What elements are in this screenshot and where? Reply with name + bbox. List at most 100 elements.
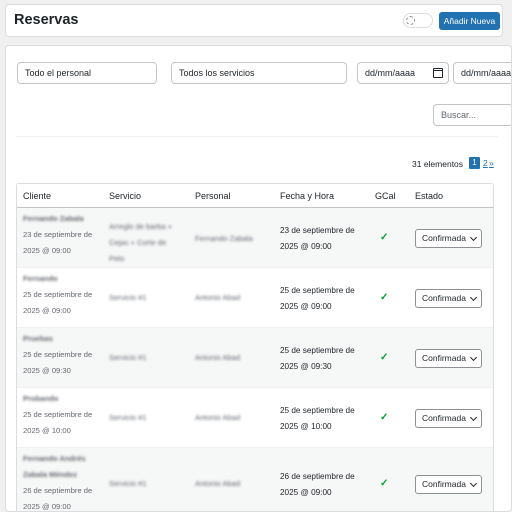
client-time: 2025 @ 09:00 (23, 246, 71, 255)
staff-cell: Antonio Abad (195, 413, 241, 422)
staff-filter[interactable]: Todo el personal (17, 62, 157, 84)
staff-cell: Antonio Abad (195, 353, 241, 362)
col-service[interactable]: Servicio (109, 191, 141, 201)
service-cell: Servicio #1 (109, 479, 147, 488)
date-to-placeholder: dd/mm/aaaa (461, 68, 512, 78)
table-header: Cliente Servicio Personal Fecha y Hora G… (17, 184, 493, 208)
status-value: Confirmada (422, 413, 466, 423)
service-cell: Servicio #1 (109, 413, 147, 422)
date-from-input[interactable]: dd/mm/aaaa (357, 62, 449, 84)
datetime-time: 2025 @ 09:30 (280, 362, 332, 371)
col-status: Estado (415, 191, 444, 201)
client-date: 25 de septiembre de (23, 350, 93, 359)
status-value: Confirmada (422, 233, 466, 243)
filters-divider (16, 136, 498, 137)
datetime-cell: 25 de septiembre de 2025 @ 09:30 (280, 343, 355, 375)
status-select[interactable]: Confirmada (415, 289, 482, 308)
col-staff[interactable]: Personal (195, 191, 231, 201)
bookings-panel: Todo el personal Todos los servicios dd/… (5, 45, 512, 512)
client-name: Probando (23, 394, 59, 403)
calendar-icon[interactable] (433, 68, 443, 78)
services-filter[interactable]: Todos los servicios (171, 62, 347, 84)
datetime-date: 25 de septiembre de (280, 286, 355, 295)
table-row: Fernando Andrés Zabala Méndez 26 de sept… (17, 448, 493, 511)
staff-cell: Fernando Zabala (195, 234, 253, 243)
gcal-check-icon: ✓ (380, 232, 389, 243)
client-name: Pruebas (23, 334, 53, 343)
date-to-input[interactable]: dd/mm/aaaa (453, 62, 512, 84)
chevron-down-icon (469, 413, 478, 422)
status-select[interactable]: Confirmada (415, 475, 482, 494)
service-line: Pelo (109, 254, 125, 263)
page-current[interactable]: 1 (469, 157, 480, 169)
client-cell: Fernando Zabala 23 de septiembre de 2025… (23, 211, 92, 259)
client-time: 2025 @ 09:30 (23, 366, 71, 375)
client-time: 2025 @ 10:00 (23, 426, 71, 435)
datetime-cell: 26 de septiembre de 2025 @ 09:00 (280, 469, 355, 501)
page-title: Reservas (14, 12, 79, 28)
gcal-check-icon: ✓ (380, 292, 389, 303)
page-header: Reservas Añadir Nueva (5, 4, 503, 37)
table-row: Pruebas 25 de septiembre de 2025 @ 09:30… (17, 328, 493, 388)
client-cell: Probando 25 de septiembre de 2025 @ 10:0… (23, 391, 92, 439)
client-time: 2025 @ 09:00 (23, 502, 71, 511)
datetime-date: 25 de septiembre de (280, 346, 355, 355)
datetime-cell: 25 de septiembre de 2025 @ 09:00 (280, 283, 355, 315)
staff-cell: Antonio Abad (195, 479, 241, 488)
datetime-cell: 25 de septiembre de 2025 @ 10:00 (280, 403, 355, 435)
col-client[interactable]: Cliente (23, 191, 51, 201)
toggle-knob-icon (406, 16, 415, 25)
page-2-link[interactable]: 2 (483, 158, 488, 168)
status-select[interactable]: Confirmada (415, 349, 482, 368)
client-name: Fernando (23, 274, 58, 283)
chevron-down-icon (469, 233, 478, 242)
add-new-button[interactable]: Añadir Nueva (439, 12, 500, 30)
status-select[interactable]: Confirmada (415, 409, 482, 428)
items-count: 31 elementos (412, 159, 464, 169)
table-row: Fernando 25 de septiembre de 2025 @ 09:0… (17, 268, 493, 328)
chevron-down-icon (469, 293, 478, 302)
gcal-check-icon: ✓ (380, 352, 389, 363)
status-value: Confirmada (422, 293, 466, 303)
client-date: 26 de septiembre de (23, 486, 93, 495)
client-cell: Fernando 25 de septiembre de 2025 @ 09:0… (23, 271, 92, 319)
datetime-time: 2025 @ 10:00 (280, 422, 332, 431)
status-value: Confirmada (422, 353, 466, 363)
datetime-date: 26 de septiembre de (280, 472, 355, 481)
client-date: 23 de septiembre de (23, 230, 93, 239)
client-cell: Fernando Andrés Zabala Méndez 26 de sept… (23, 451, 95, 511)
service-cell: Servicio #1 (109, 293, 147, 302)
status-select[interactable]: Confirmada (415, 229, 482, 248)
datetime-time: 2025 @ 09:00 (280, 242, 332, 251)
gcal-check-icon: ✓ (380, 412, 389, 423)
service-cell: Arreglo de barba + Cejas + Corte de Pelo (109, 219, 172, 267)
client-cell: Pruebas 25 de septiembre de 2025 @ 09:30 (23, 331, 92, 379)
next-page-link[interactable]: » (489, 158, 494, 168)
status-value: Confirmada (422, 479, 466, 489)
table-row: Fernando Zabala 23 de septiembre de 2025… (17, 208, 493, 268)
date-from-placeholder: dd/mm/aaaa (365, 68, 416, 78)
client-time: 2025 @ 09:00 (23, 306, 71, 315)
view-toggle[interactable] (403, 13, 433, 28)
staff-cell: Antonio Abad (195, 293, 241, 302)
datetime-date: 25 de septiembre de (280, 406, 355, 415)
bookings-table: Cliente Servicio Personal Fecha y Hora G… (16, 183, 494, 511)
gcal-check-icon: ✓ (380, 478, 389, 489)
client-date: 25 de septiembre de (23, 290, 93, 299)
service-line: Arreglo de barba + (109, 222, 173, 231)
chevron-down-icon (469, 479, 478, 488)
datetime-date: 23 de septiembre de (280, 226, 355, 235)
client-name: Fernando Zabala (23, 214, 84, 223)
datetime-time: 2025 @ 09:00 (280, 488, 332, 497)
client-name: Fernando Andrés Zabala Méndez (23, 454, 86, 479)
service-line: Cejas + Corte de (109, 238, 167, 247)
chevron-down-icon (469, 353, 478, 362)
datetime-cell: 23 de septiembre de 2025 @ 09:00 (280, 223, 355, 255)
col-gcal: GCal (375, 191, 396, 201)
client-date: 25 de septiembre de (23, 410, 93, 419)
search-input[interactable]: Buscar... (433, 104, 511, 126)
datetime-time: 2025 @ 09:00 (280, 302, 332, 311)
service-cell: Servicio #1 (109, 353, 147, 362)
table-row: Probando 25 de septiembre de 2025 @ 10:0… (17, 388, 493, 448)
col-datetime[interactable]: Fecha y Hora (280, 191, 334, 201)
